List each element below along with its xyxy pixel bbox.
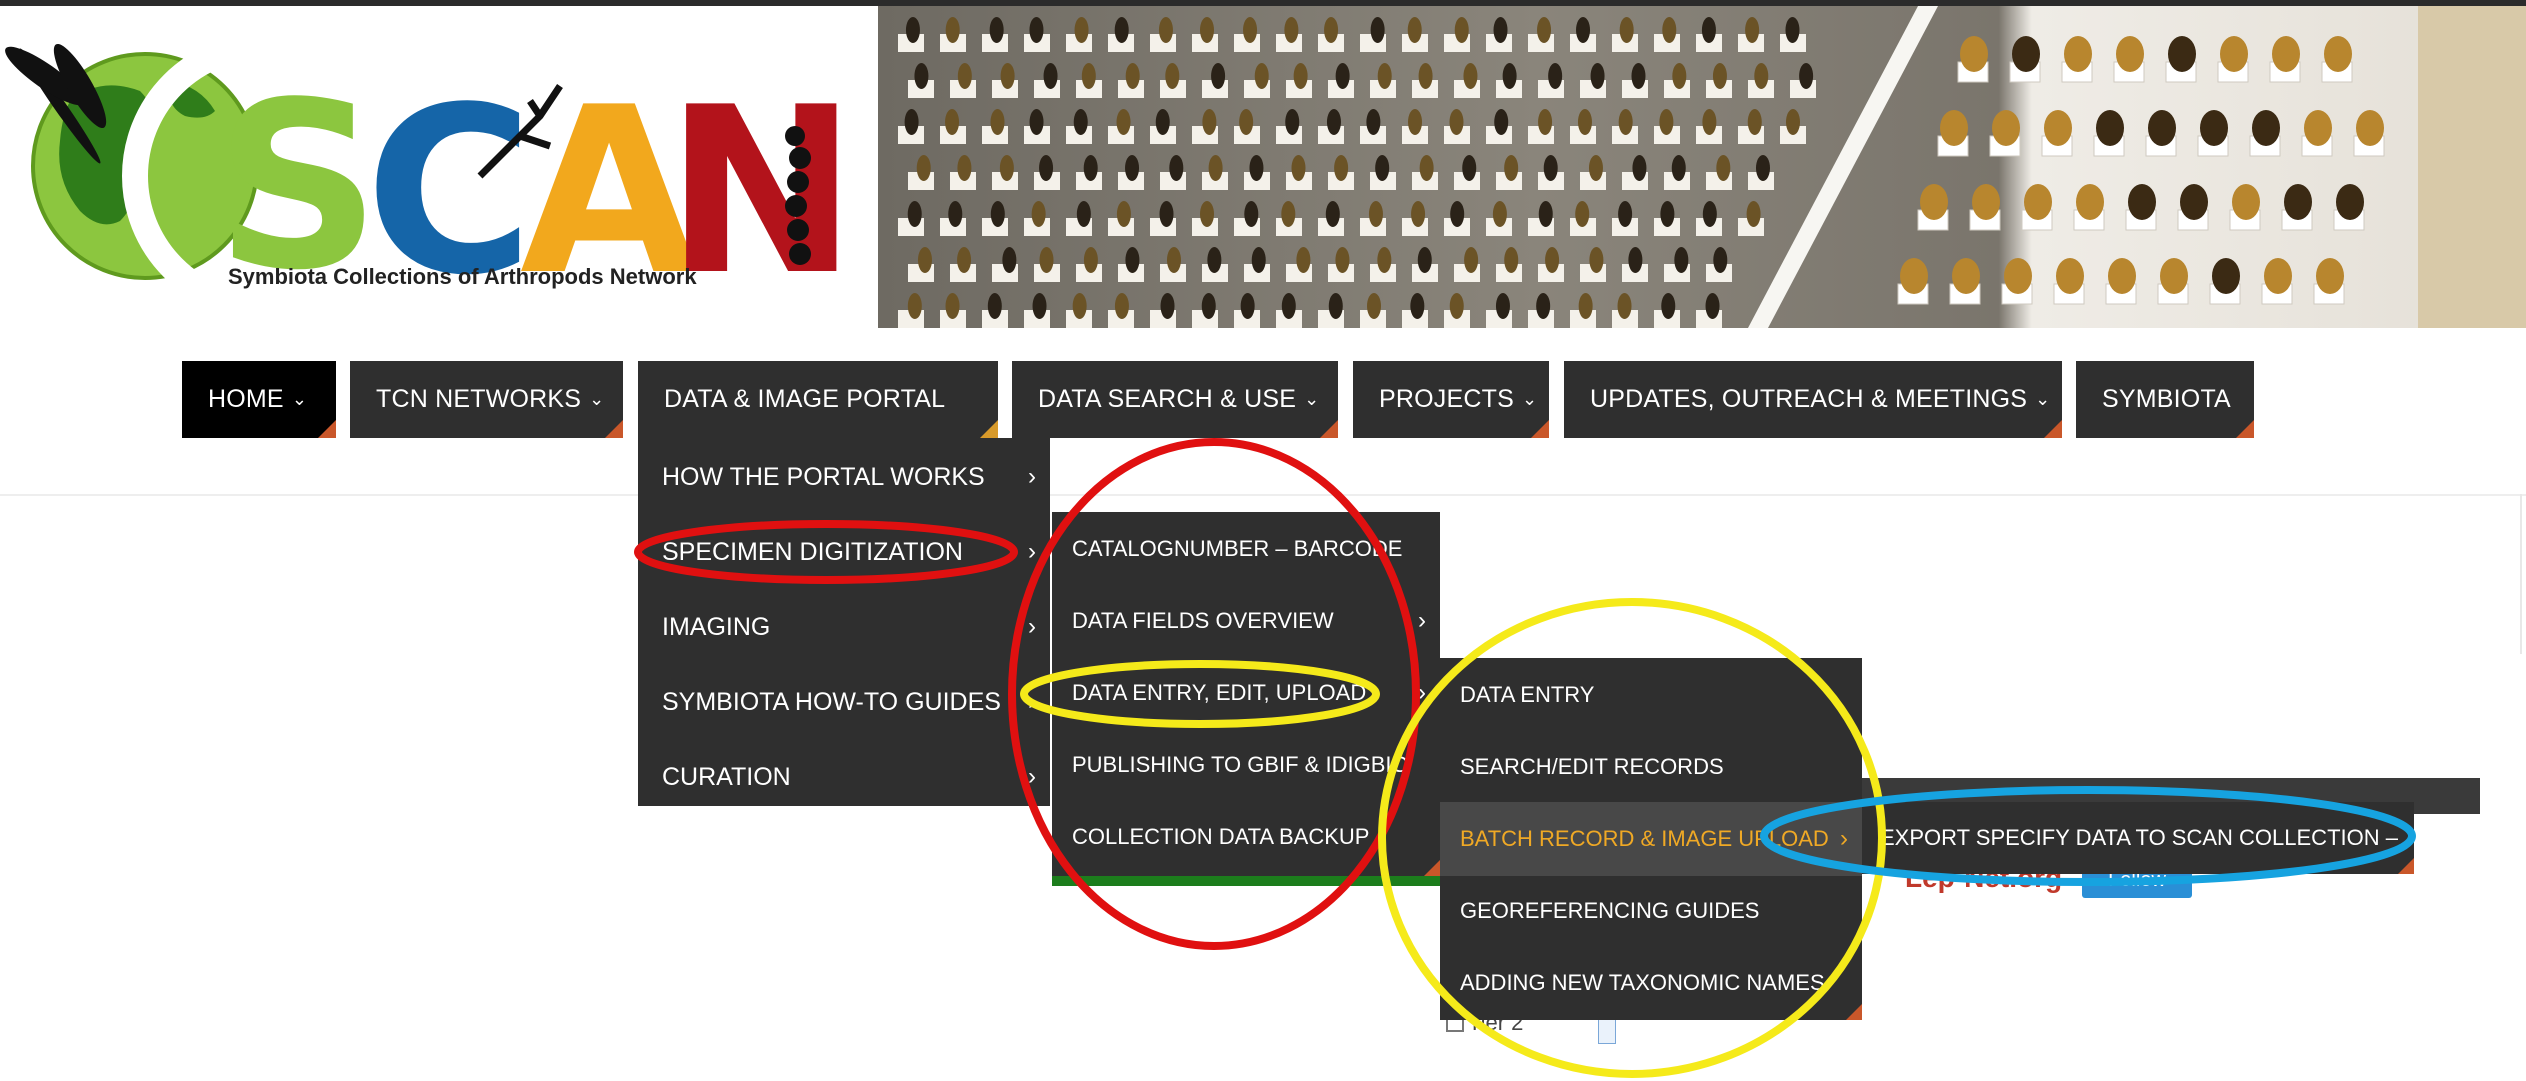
dropdown-data-image-portal: HOW THE PORTAL WORKS › SPECIMEN DIGITIZAT… bbox=[638, 438, 1050, 806]
nav-corner-accent bbox=[318, 420, 336, 438]
menu-item-label: DATA ENTRY, EDIT, UPLOAD bbox=[1072, 680, 1367, 705]
menu-item-label: BATCH RECORD & IMAGE UPLOAD bbox=[1460, 826, 1829, 851]
menu-item-imaging[interactable]: IMAGING › bbox=[638, 590, 1050, 664]
menu-item-publishing-gbif[interactable]: PUBLISHING TO GBIF & IDIGBIO bbox=[1052, 728, 1440, 802]
menu-item-catalognumber-barcode[interactable]: CATALOGNUMBER – BARCODE bbox=[1052, 512, 1440, 586]
chevron-right-icon: › bbox=[1028, 763, 1036, 790]
nav-symbiota-label: SYMBIOTA bbox=[2102, 385, 2231, 413]
chevron-down-icon: ⌄ bbox=[291, 389, 308, 409]
menu-item-label: EXPORT SPECIFY DATA TO SCAN COLLECTION – bbox=[1880, 825, 2398, 850]
menu-item-symbiota-how-to[interactable]: SYMBIOTA HOW-TO GUIDES › bbox=[638, 665, 1050, 739]
menu-corner-accent bbox=[1846, 1004, 1862, 1020]
menu-item-curation[interactable]: CURATION › bbox=[638, 740, 1050, 814]
sidebar-widget-frame bbox=[1706, 494, 2522, 654]
menu-item-collection-data-backup[interactable]: COLLECTION DATA BACKUP bbox=[1052, 800, 1440, 874]
nav-search-label: DATA SEARCH & USE bbox=[1038, 385, 1297, 413]
logo-tagline: Symbiota Collections of Arthropods Netwo… bbox=[228, 264, 697, 289]
menu-item-data-entry-edit-upload[interactable]: DATA ENTRY, EDIT, UPLOAD › bbox=[1052, 656, 1440, 730]
menu-item-georeferencing-guides[interactable]: GEOREFERENCING GUIDES bbox=[1440, 874, 1862, 948]
chevron-right-icon: › bbox=[1028, 688, 1036, 715]
menu-item-search-edit-records[interactable]: SEARCH/EDIT RECORDS bbox=[1440, 730, 1862, 804]
dropdown-specimen-digitization: CATALOGNUMBER – BARCODE DATA FIELDS OVER… bbox=[1052, 512, 1440, 876]
dropdown-data-entry-edit-upload: DATA ENTRY SEARCH/EDIT RECORDS BATCH REC… bbox=[1440, 658, 1862, 1020]
menu-item-label: SEARCH/EDIT RECORDS bbox=[1460, 754, 1724, 779]
dropdown-batch-upload: EXPORT SPECIFY DATA TO SCAN COLLECTION – bbox=[1862, 802, 2414, 874]
nav-projects[interactable]: PROJECTS ⌄ bbox=[1353, 361, 1549, 438]
nav-updates-outreach[interactable]: UPDATES, OUTREACH & MEETINGS ⌄ bbox=[1564, 361, 2062, 438]
menu-item-batch-record-image-upload[interactable]: BATCH RECORD & IMAGE UPLOAD › bbox=[1440, 802, 1862, 876]
nav-tcn-networks[interactable]: TCN NETWORKS ⌄ bbox=[350, 361, 623, 438]
menu-item-data-fields-overview[interactable]: DATA FIELDS OVERVIEW › bbox=[1052, 584, 1440, 658]
nav-projects-label: PROJECTS bbox=[1379, 385, 1514, 413]
menu-item-data-entry[interactable]: DATA ENTRY bbox=[1440, 658, 1862, 732]
menu-corner-accent bbox=[2398, 858, 2414, 874]
chevron-right-icon: › bbox=[1418, 679, 1426, 706]
menu-item-export-specify-data[interactable]: EXPORT SPECIFY DATA TO SCAN COLLECTION – bbox=[1862, 802, 2414, 874]
menu-item-label: CATALOGNUMBER – BARCODE bbox=[1072, 536, 1403, 561]
nav-corner-accent bbox=[2236, 420, 2254, 438]
nav-home-label: HOME bbox=[208, 385, 284, 413]
menu-corner-accent bbox=[1424, 860, 1440, 876]
nav-portal-label: DATA & IMAGE PORTAL bbox=[664, 385, 946, 413]
nav-corner-accent bbox=[1531, 420, 1549, 438]
nav-data-search-use[interactable]: DATA SEARCH & USE ⌄ bbox=[1012, 361, 1338, 438]
nav-corner-accent bbox=[605, 420, 623, 438]
nav-corner-accent bbox=[2044, 420, 2062, 438]
menu-item-label: HOW THE PORTAL WORKS bbox=[662, 463, 985, 491]
chevron-right-icon: › bbox=[1840, 825, 1848, 852]
nav-tcn-label: TCN NETWORKS bbox=[376, 385, 582, 413]
nav-data-image-portal[interactable]: DATA & IMAGE PORTAL bbox=[638, 361, 998, 438]
menu-item-label: SPECIMEN DIGITIZATION bbox=[662, 538, 963, 566]
chevron-right-icon: › bbox=[1028, 613, 1036, 640]
chevron-down-icon: ⌄ bbox=[589, 389, 605, 409]
menu-item-label: PUBLISHING TO GBIF & IDIGBIO bbox=[1072, 752, 1409, 777]
menu-item-label: COLLECTION DATA BACKUP bbox=[1072, 824, 1370, 849]
menu-item-how-portal-works[interactable]: HOW THE PORTAL WORKS › bbox=[638, 440, 1050, 514]
nav-updates-label: UPDATES, OUTREACH & MEETINGS bbox=[1590, 385, 2028, 413]
chevron-right-icon: › bbox=[1028, 538, 1036, 565]
chevron-right-icon: › bbox=[1028, 463, 1036, 490]
nav-corner-accent bbox=[980, 420, 998, 438]
menu-item-specimen-digitization[interactable]: SPECIMEN DIGITIZATION › bbox=[638, 515, 1050, 589]
chevron-right-icon: › bbox=[1418, 607, 1426, 634]
menu-item-label: DATA FIELDS OVERVIEW bbox=[1072, 608, 1334, 633]
nav-symbiota[interactable]: SYMBIOTA bbox=[2076, 361, 2254, 438]
nav-corner-accent bbox=[1320, 420, 1338, 438]
nav-home[interactable]: HOME ⌄ bbox=[182, 361, 336, 438]
chevron-down-icon: ⌄ bbox=[1304, 389, 1320, 409]
scan-logo[interactable]: S C A N Symbiota Collections of Arthropo… bbox=[0, 6, 870, 326]
menu-item-adding-taxonomic-names[interactable]: ADDING NEW TAXONOMIC NAMES bbox=[1440, 946, 1862, 1020]
menu-item-label: DATA ENTRY bbox=[1460, 682, 1595, 707]
menu-item-label: GEOREFERENCING GUIDES bbox=[1460, 898, 1760, 923]
menu-item-label: IMAGING bbox=[662, 613, 771, 641]
menu-item-label: ADDING NEW TAXONOMIC NAMES bbox=[1460, 970, 1825, 995]
menu-item-label: SYMBIOTA HOW-TO GUIDES bbox=[662, 688, 1001, 716]
banner-photo bbox=[878, 6, 2526, 328]
menu-item-label: CURATION bbox=[662, 763, 791, 791]
